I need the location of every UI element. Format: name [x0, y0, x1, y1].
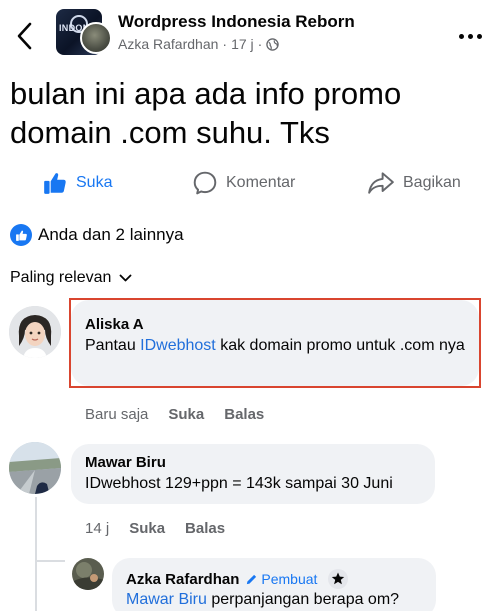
post-text: bulan ini apa ada info promo domain .com… — [10, 76, 402, 150]
post-page: INDONE Wordpress Indonesia Reborn Azka R… — [0, 0, 500, 611]
comment-text: IDwebhost 129+ppn = 143k sampai 30 Juni — [85, 475, 393, 492]
more-options-button[interactable] — [452, 24, 488, 48]
author-name[interactable]: Azka Rafardhan — [118, 36, 218, 52]
comment-reply-button[interactable]: Balas — [224, 406, 264, 423]
road-photo-avatar-icon — [9, 442, 61, 494]
post-meta: Azka Rafardhan · 17 j · — [118, 36, 280, 52]
comment-text: Pantau IDwebhost kak domain promo untuk … — [85, 334, 475, 358]
dot-icon — [458, 33, 464, 39]
share-button[interactable]: Bagikan — [367, 165, 461, 201]
comment-meta: 14 j Suka Balas — [85, 518, 245, 538]
comment-time[interactable]: Baru saja — [85, 406, 148, 423]
like-label: Suka — [76, 174, 113, 191]
post-time[interactable]: 17 j — [231, 36, 254, 52]
star-badge-icon — [328, 569, 349, 589]
commenter-avatar[interactable] — [9, 442, 61, 494]
reaction-summary[interactable]: Anda dan 2 lainnya — [10, 222, 184, 248]
back-button[interactable] — [10, 18, 38, 54]
reply-text: Mawar Biru perpanjangan berapa om? — [126, 588, 436, 611]
dot-icon — [467, 33, 473, 39]
comment-text-part: kak domain promo untuk .com nya — [215, 337, 465, 354]
replier-name[interactable]: Azka Rafardhan Pembuat — [126, 568, 349, 590]
author-badge: Pembuat — [245, 571, 317, 587]
commenter-avatar[interactable] — [9, 306, 61, 358]
comment-sort-dropdown[interactable]: Paling relevan — [10, 266, 132, 290]
chevron-down-icon — [120, 274, 132, 281]
author-badge-label: Pembuat — [261, 571, 318, 587]
dot-icon — [476, 33, 482, 39]
pencil-icon — [247, 574, 257, 584]
chevron-left-icon — [17, 22, 32, 50]
post-action-bar: Suka Komentar Bagikan — [0, 165, 500, 201]
memoji-avatar-icon — [9, 306, 61, 358]
comment-reply-button[interactable]: Balas — [185, 520, 225, 537]
comment-meta: Baru saja Suka Balas — [85, 404, 284, 424]
like-reaction-icon — [10, 224, 32, 246]
reply-text-part: perpanjangan berapa om? — [206, 591, 400, 608]
commenter-name[interactable]: Aliska A — [85, 316, 144, 333]
post-header: INDONE Wordpress Indonesia Reborn Azka R… — [0, 0, 500, 66]
idwebhost-link[interactable]: IDwebhost — [140, 337, 216, 354]
thread-line — [35, 497, 37, 611]
share-label: Bagikan — [403, 174, 461, 191]
author-photo-avatar-icon — [72, 558, 104, 590]
globe-icon — [266, 37, 280, 51]
reaction-text: Anda dan 2 lainnya — [38, 225, 184, 244]
thread-connector — [35, 560, 65, 562]
share-icon — [368, 172, 394, 194]
commenter-name[interactable]: Mawar Biru — [85, 454, 166, 471]
group-title[interactable]: Wordpress Indonesia Reborn — [118, 12, 355, 32]
meta-separator: · — [222, 36, 228, 52]
comment-like-button[interactable]: Suka — [129, 520, 165, 537]
comment-like-button[interactable]: Suka — [168, 406, 204, 423]
comment-label: Komentar — [226, 174, 296, 191]
author-avatar[interactable] — [80, 22, 112, 54]
comment-time[interactable]: 14 j — [85, 520, 109, 537]
replier-avatar[interactable] — [72, 558, 104, 590]
thumbs-up-icon — [44, 173, 66, 194]
meta-separator: · — [257, 36, 263, 52]
comment-text-part: Pantau — [85, 337, 141, 354]
comment-button[interactable]: Komentar — [192, 165, 295, 201]
like-button[interactable]: Suka — [42, 165, 112, 201]
replier-name-text: Azka Rafardhan — [126, 570, 240, 588]
sort-label: Paling relevan — [10, 269, 112, 286]
mention-link[interactable]: Mawar Biru — [126, 591, 207, 608]
comment-icon — [193, 171, 217, 195]
